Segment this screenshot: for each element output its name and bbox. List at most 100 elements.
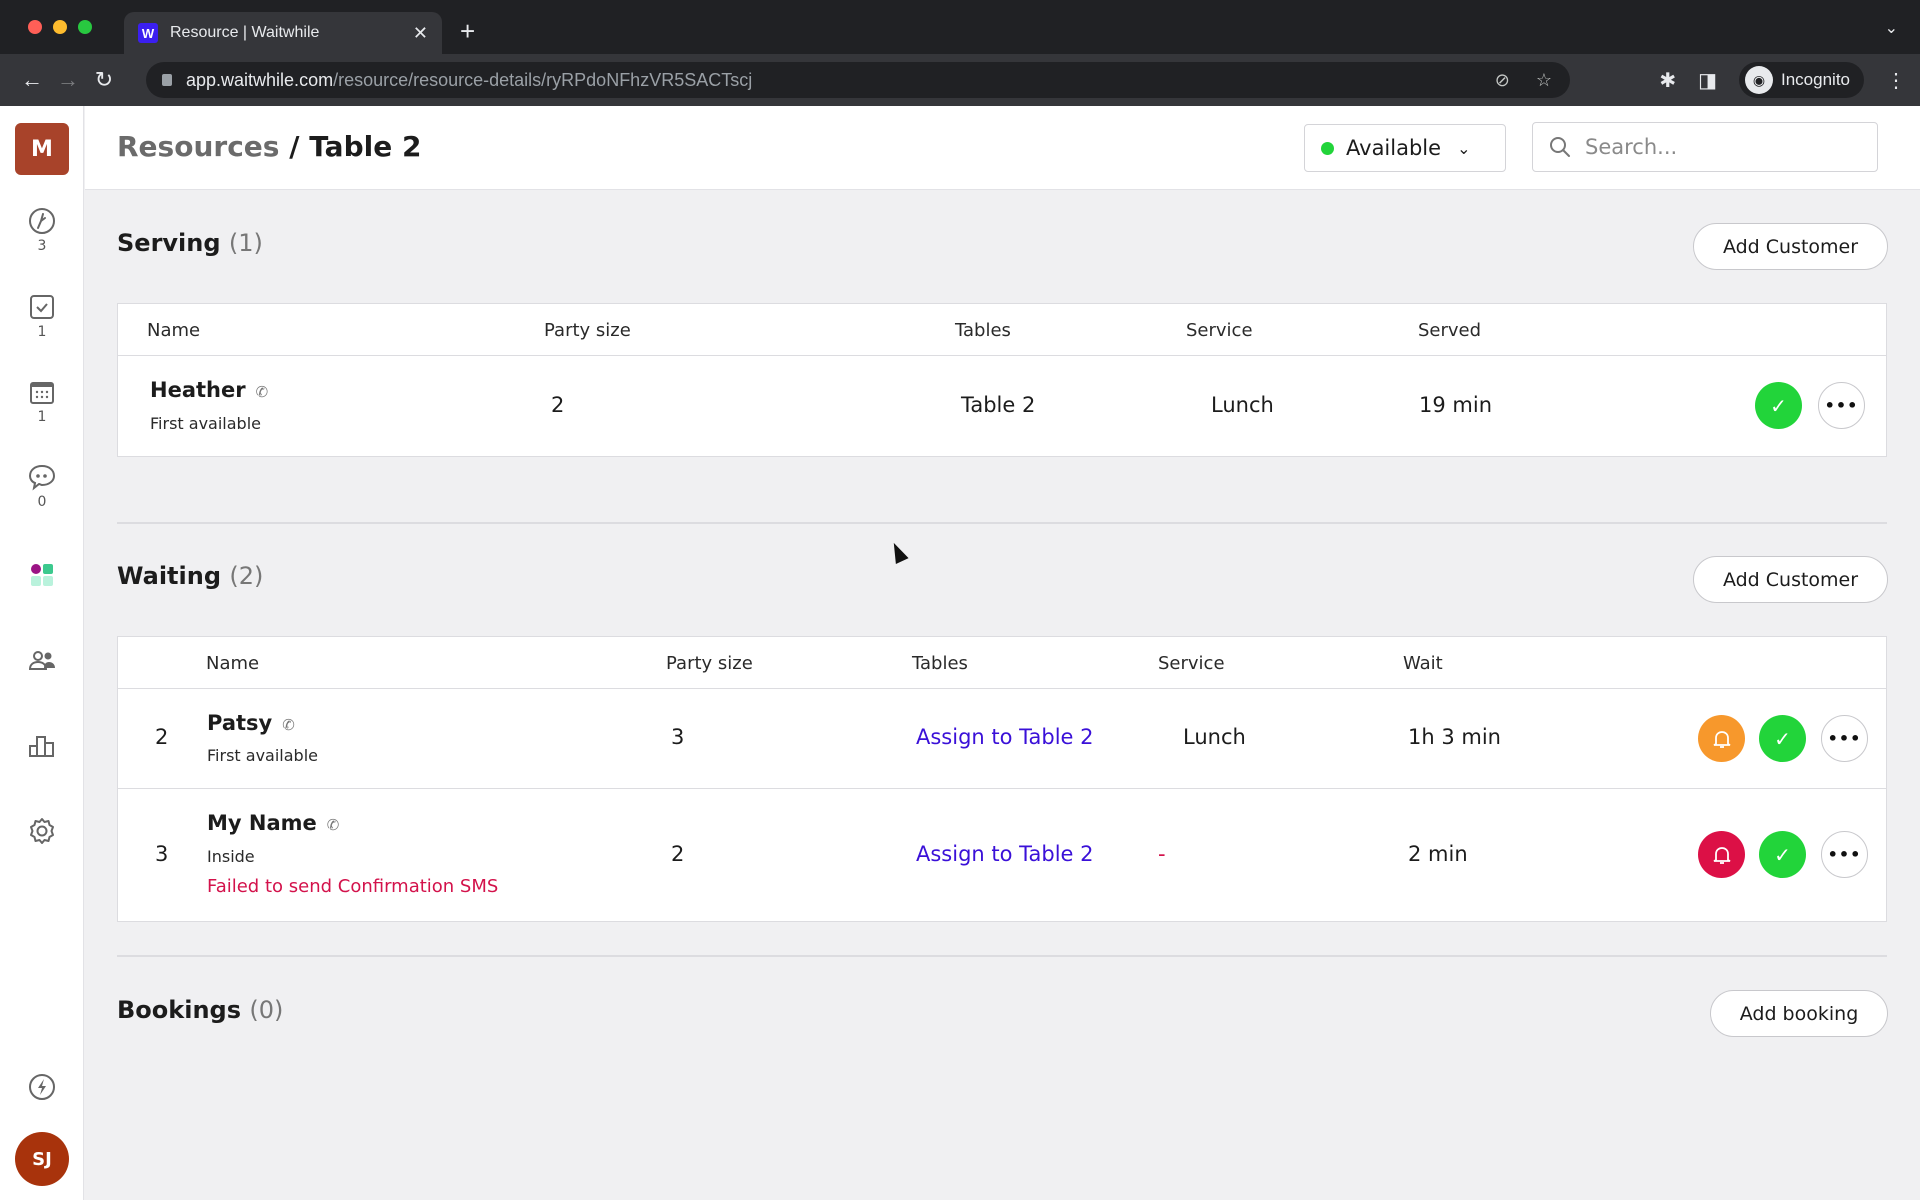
clock-icon (29, 208, 55, 234)
column-header-service[interactable]: Service (1158, 653, 1225, 674)
extensions-puzzle-icon[interactable]: ✱ (1659, 68, 1676, 93)
add-booking-button[interactable]: Add booking (1710, 990, 1888, 1037)
complete-button[interactable]: ✓ (1755, 382, 1802, 429)
notify-button[interactable] (1698, 831, 1745, 878)
chat-icon (28, 464, 56, 491)
party-size: 2 (551, 393, 565, 417)
chevron-down-icon: ⌄ (1457, 138, 1471, 158)
sidebar-item-analytics[interactable] (0, 731, 84, 761)
search-icon (1550, 137, 1570, 157)
availability-dropdown[interactable]: Available ⌄ (1304, 124, 1506, 172)
calendar-icon (30, 382, 54, 404)
assign-table-link[interactable]: Assign to Table 2 (916, 725, 1094, 749)
users-icon (28, 651, 55, 670)
customer-name[interactable]: My Name (207, 811, 317, 835)
assign-table-link[interactable]: Assign to Table 2 (916, 842, 1094, 866)
add-customer-serving-button[interactable]: Add Customer (1693, 223, 1888, 270)
new-tab-icon[interactable]: + (460, 16, 475, 47)
add-customer-waiting-button[interactable]: Add Customer (1693, 556, 1888, 603)
customer-name[interactable]: Patsy (207, 711, 272, 735)
status-dot-icon (1321, 141, 1334, 155)
serve-button[interactable]: ✓ (1759, 715, 1806, 762)
org-badge[interactable]: M (15, 123, 69, 175)
customer-name-cell: My Name ✆ (207, 811, 339, 835)
table-row[interactable]: 3 My Name ✆ Inside Failed to send Confirm… (118, 789, 1886, 921)
tab-search-chevron-icon[interactable]: ⌄ (1885, 18, 1898, 38)
incognito-profile-button[interactable]: ◉ Incognito (1739, 62, 1864, 98)
reload-icon[interactable]: ↻ (86, 67, 122, 93)
browser-tab[interactable]: W Resource | Waitwhile ✕ (124, 12, 442, 54)
column-header-name[interactable]: Name (147, 320, 200, 341)
queue-position: 3 (155, 842, 169, 866)
breadcrumb-resources-link[interactable]: Resources (117, 130, 279, 163)
sidebar-item-messages[interactable]: 0 (0, 462, 84, 510)
analytics-icon (29, 736, 54, 757)
table-row[interactable]: Heather ✆ First available 2 Table 2 Lunch… (118, 356, 1886, 456)
column-header-party-size[interactable]: Party size (666, 653, 753, 674)
search-input[interactable] (1585, 135, 1865, 159)
url-host: app.waitwhile.com (186, 69, 334, 90)
apps-icon (31, 564, 53, 586)
back-icon[interactable]: ← (14, 67, 50, 93)
column-header-tables[interactable]: Tables (955, 320, 1011, 341)
sidebar-item-settings[interactable] (0, 816, 84, 846)
sidebar-item-whats-new[interactable] (0, 1072, 84, 1102)
side-panel-icon[interactable]: ◨ (1698, 68, 1717, 93)
column-header-name[interactable]: Name (206, 653, 259, 674)
more-options-button[interactable]: ••• (1818, 382, 1865, 429)
more-options-button[interactable]: ••• (1821, 715, 1868, 762)
maximize-window-button[interactable] (78, 20, 92, 34)
column-header-tables[interactable]: Tables (912, 653, 968, 674)
table-row[interactable]: 2 Patsy ✆ First available 3 Assign to Tab… (118, 689, 1886, 789)
serve-button[interactable]: ✓ (1759, 831, 1806, 878)
customer-name-cell: Heather ✆ (150, 378, 268, 402)
service: - (1158, 842, 1166, 866)
search-box[interactable] (1532, 122, 1878, 172)
serving-table-header: Name Party size Tables Service Served (118, 304, 1886, 356)
sidebar-item-apps[interactable] (0, 560, 84, 590)
served-time: 19 min (1419, 393, 1492, 417)
user-avatar[interactable]: SJ (15, 1132, 69, 1186)
notify-button[interactable] (1698, 715, 1745, 762)
queue-position: 2 (155, 725, 169, 749)
bookmark-star-icon[interactable]: ☆ (1536, 70, 1552, 91)
browser-tab-strip: W Resource | Waitwhile ✕ + ⌄ (0, 0, 1920, 54)
customer-detail: Inside (207, 847, 255, 866)
sidebar-item-customers[interactable] (0, 646, 84, 676)
page-title: Table 2 (309, 130, 422, 163)
column-header-served[interactable]: Served (1418, 320, 1481, 341)
service: Lunch (1183, 725, 1246, 749)
column-header-service[interactable]: Service (1186, 320, 1253, 341)
phone-icon: ✆ (255, 383, 269, 401)
checkmark-icon: ✓ (1774, 726, 1791, 751)
bookings-section-title: Bookings (0) (117, 996, 283, 1024)
minimize-window-button[interactable] (53, 20, 67, 34)
column-header-wait[interactable]: Wait (1403, 653, 1443, 674)
waiting-table-header: Name Party size Tables Service Wait (118, 637, 1886, 689)
serving-count: 1 (37, 324, 47, 340)
section-divider (117, 522, 1887, 524)
close-tab-icon[interactable]: ✕ (413, 23, 428, 44)
eye-slash-icon[interactable]: ⊘ (1495, 70, 1510, 91)
incognito-label: Incognito (1781, 70, 1850, 89)
mouse-cursor-icon (887, 539, 909, 565)
customer-name[interactable]: Heather (150, 378, 246, 402)
browser-menu-icon[interactable]: ⋮ (1886, 68, 1906, 93)
sidebar-item-waitlist[interactable]: 3 (0, 206, 84, 254)
column-header-party-size[interactable]: Party size (544, 320, 631, 341)
waiting-table: Name Party size Tables Service Wait 2 Pa… (117, 636, 1887, 922)
more-options-button[interactable]: ••• (1821, 831, 1868, 878)
serving-count: (1) (228, 229, 263, 257)
customer-detail: First available (207, 746, 318, 765)
app-root: M 3 1 1 0 SJ Resources / Table 2 Availab… (0, 106, 1920, 1200)
sidebar-item-serving[interactable]: 1 (0, 292, 84, 340)
forward-icon[interactable]: → (50, 67, 86, 93)
bookings-count: 1 (37, 409, 47, 425)
bookings-title: Bookings (117, 996, 242, 1024)
ellipsis-icon: ••• (1827, 729, 1862, 748)
breadcrumb-separator: / (279, 130, 310, 163)
sidebar-item-bookings[interactable]: 1 (0, 377, 84, 425)
service: Lunch (1211, 393, 1274, 417)
close-window-button[interactable] (28, 20, 42, 34)
address-bar[interactable]: app.waitwhile.com/resource/resource-deta… (146, 62, 1570, 98)
